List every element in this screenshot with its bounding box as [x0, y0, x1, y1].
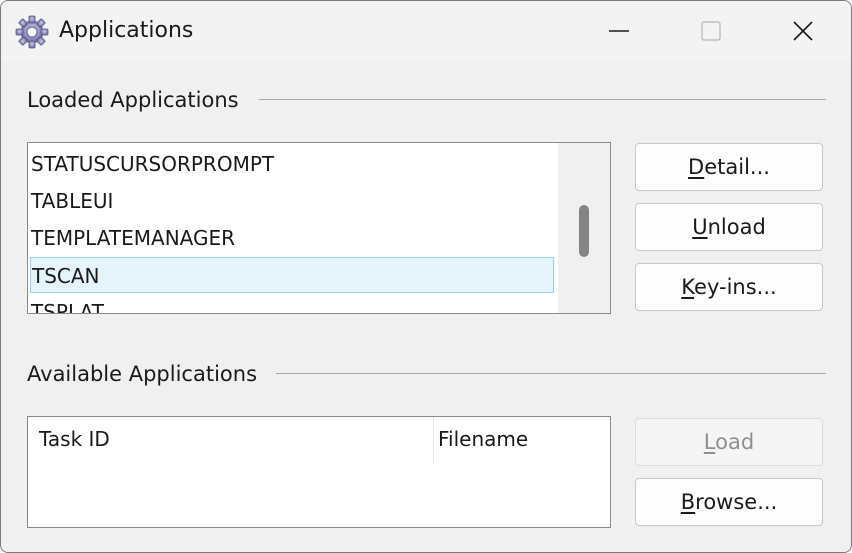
maximize-icon: [701, 21, 721, 41]
loaded-applications-label: Loaded Applications: [27, 88, 239, 112]
list-item[interactable]: TABLEUI: [30, 183, 554, 219]
maximize-button[interactable]: [665, 7, 757, 55]
column-header-task-id[interactable]: Task ID: [28, 417, 433, 463]
loaded-applications-list[interactable]: STATUSCURSORPROMPT TABLEUI TEMPLATEMANAG…: [27, 142, 611, 314]
list-item[interactable]: TEMPLATEMANAGER: [30, 220, 554, 256]
applications-dialog: Applications Loaded Applications STATUSC…: [0, 0, 852, 553]
unload-button[interactable]: Unload: [635, 203, 823, 251]
available-applications-table[interactable]: Task ID Filename: [27, 416, 611, 528]
scroll-thumb[interactable]: [579, 205, 589, 257]
list-scrollbar[interactable]: [558, 143, 610, 313]
detail-button[interactable]: Detail...: [635, 143, 823, 191]
close-icon: [793, 21, 813, 41]
available-group-divider: [276, 373, 826, 374]
minimize-button[interactable]: [573, 7, 665, 55]
close-button[interactable]: [757, 7, 849, 55]
list-item-selected[interactable]: TSCAN: [30, 257, 554, 293]
load-button[interactable]: Load: [635, 418, 823, 466]
window-title: Applications: [59, 18, 194, 43]
gear-icon: [15, 15, 49, 49]
key-ins-button[interactable]: Key-ins...: [635, 263, 823, 311]
available-applications-label: Available Applications: [27, 362, 258, 386]
minimize-icon: [609, 30, 629, 32]
title-bar[interactable]: Applications: [1, 1, 851, 61]
browse-button[interactable]: Browse...: [635, 478, 823, 526]
loaded-group-divider: [259, 99, 826, 100]
list-item[interactable]: TSPLAT: [30, 294, 554, 313]
list-item[interactable]: STATUSCURSORPROMPT: [30, 146, 554, 182]
column-header-filename[interactable]: Filename: [434, 417, 610, 463]
